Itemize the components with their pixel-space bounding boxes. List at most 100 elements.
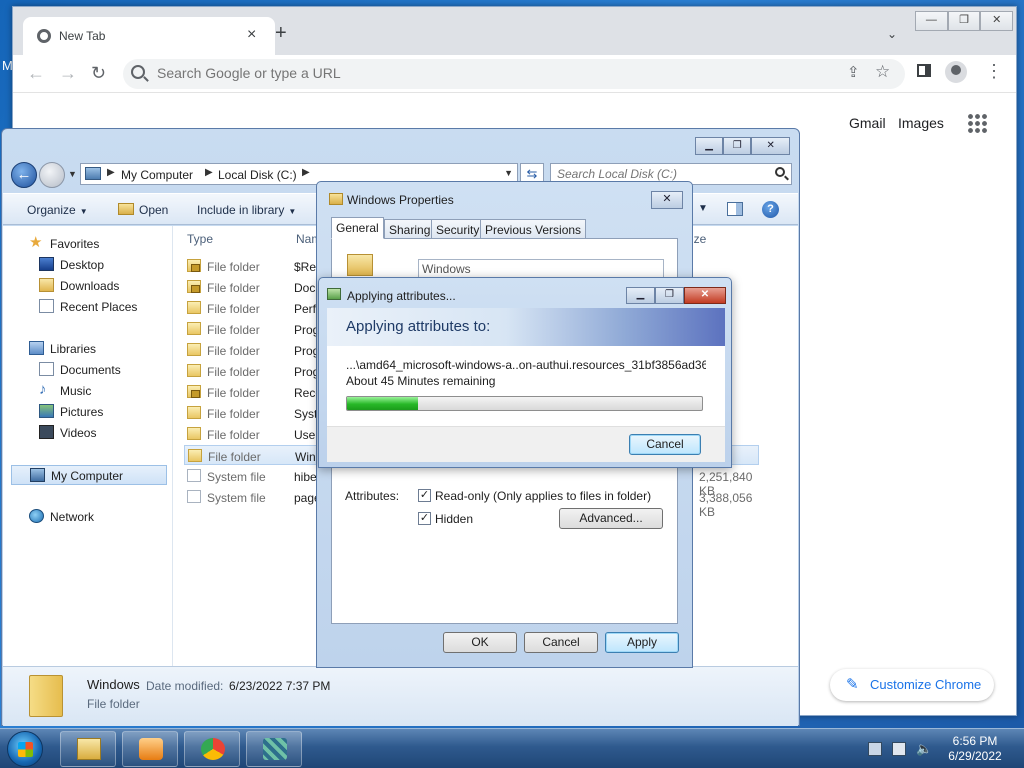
back-icon[interactable]: ←	[27, 63, 45, 83]
reload-icon[interactable]: ↻	[91, 63, 106, 83]
details-pane: Windows Date modified: 6/23/2022 7:37 PM…	[3, 666, 798, 726]
pencil-icon: ✎	[846, 676, 859, 693]
nav-network[interactable]: Network	[3, 507, 171, 527]
help-icon[interactable]: ?	[762, 201, 779, 218]
omnibox-input[interactable]	[157, 65, 757, 81]
nav-favorites[interactable]: ★ Favorites	[3, 234, 171, 254]
side-panel-icon[interactable]	[917, 64, 931, 77]
back-button[interactable]: ←	[11, 162, 37, 188]
computer-icon	[30, 468, 45, 482]
nav-desktop[interactable]: Desktop	[3, 255, 171, 275]
maximize-button[interactable]: ❐	[723, 137, 752, 155]
tab-previous-versions[interactable]: Previous Versions	[480, 219, 587, 239]
nav-videos[interactable]: Videos	[3, 423, 171, 443]
chrome-menu-icon[interactable]: ⋮	[985, 61, 1003, 81]
tab-security[interactable]: Security	[431, 219, 485, 239]
minimize-button[interactable]: ▁	[626, 287, 655, 304]
column-header-type[interactable]: Type	[187, 232, 213, 246]
forward-button[interactable]	[39, 162, 65, 188]
minimize-button[interactable]: ▁	[695, 137, 724, 155]
profile-avatar-icon[interactable]	[945, 61, 967, 83]
customize-chrome-button[interactable]: ✎ Customize Chrome	[830, 669, 994, 701]
file-name: User	[294, 428, 318, 442]
folder-icon	[187, 343, 201, 356]
breadcrumb-separator[interactable]: ▶	[107, 167, 115, 178]
cancel-button[interactable]: Cancel	[629, 434, 701, 455]
taskbar-chrome[interactable]	[184, 731, 240, 767]
view-options-icon[interactable]: ▼	[698, 203, 708, 214]
chrome-tab-new-tab[interactable]: New Tab ×	[23, 17, 275, 55]
address-dropdown-icon[interactable]: ▼	[504, 168, 513, 178]
hidden-checkbox[interactable]: ✓	[418, 512, 431, 525]
nav-label: Music	[60, 384, 92, 398]
tab-general[interactable]: General	[331, 217, 384, 239]
tab-title: New Tab	[59, 29, 106, 43]
tab-search-icon[interactable]: ⌄	[887, 27, 897, 41]
customize-chrome-label: Customize Chrome	[870, 677, 982, 692]
images-link[interactable]: Images	[898, 115, 944, 131]
include-in-library-button[interactable]: Include in library ▼	[197, 203, 296, 217]
nav-music[interactable]: ♪ Music	[3, 381, 171, 401]
tray-volume-icon[interactable]: 🔈	[916, 742, 932, 756]
tab-close-icon[interactable]: ×	[247, 26, 256, 44]
maximize-button[interactable]: ❐	[655, 287, 684, 304]
cancel-button[interactable]: Cancel	[524, 632, 598, 653]
tray-network-icon[interactable]	[892, 742, 906, 756]
folder-icon	[329, 193, 343, 205]
details-date-label: Date modified:	[146, 679, 224, 693]
share-icon[interactable]: ⇪	[847, 63, 860, 81]
breadcrumb-my-computer[interactable]: My Computer	[121, 168, 193, 182]
organize-label: Organize	[27, 203, 76, 217]
clock-date: 6/29/2022	[948, 749, 1002, 763]
taskbar-media-player[interactable]	[122, 731, 178, 767]
breadcrumb-local-disk[interactable]: Local Disk (C:)	[218, 168, 297, 182]
nav-documents[interactable]: Documents	[3, 360, 171, 380]
gmail-link[interactable]: Gmail	[849, 115, 886, 131]
tab-sharing[interactable]: Sharing	[384, 219, 436, 239]
folder-icon	[77, 738, 101, 760]
current-file-path: ...\amd64_microsoft-windows-a..on-authui…	[346, 358, 706, 372]
clock-time: 6:56 PM	[952, 734, 998, 748]
column-header-size[interactable]: ize	[691, 232, 706, 246]
open-button[interactable]: Open	[139, 203, 168, 217]
nav-pictures[interactable]: Pictures	[3, 402, 171, 422]
new-tab-button[interactable]: +	[275, 23, 287, 43]
media-player-icon	[139, 738, 163, 760]
ok-button[interactable]: OK	[443, 632, 517, 653]
recent-pages-dropdown[interactable]: ▼	[68, 169, 77, 179]
desktop-icon	[39, 257, 54, 271]
close-button[interactable]: ✕	[751, 137, 790, 155]
omnibox[interactable]: ⇪ ☆	[123, 59, 905, 89]
nav-my-computer[interactable]: My Computer	[11, 465, 167, 485]
breadcrumb-separator[interactable]: ▶	[302, 167, 310, 178]
close-button[interactable]: ✕	[684, 287, 726, 304]
tray-device-icon[interactable]	[868, 742, 882, 756]
system-clock[interactable]: 6:56 PM 6/29/2022	[940, 734, 1010, 764]
system-file-icon	[187, 469, 201, 482]
file-name: Reco	[294, 386, 318, 400]
start-button[interactable]	[7, 731, 43, 767]
nav-libraries[interactable]: Libraries	[3, 339, 171, 359]
breadcrumb-separator[interactable]: ▶	[205, 167, 213, 178]
apply-button[interactable]: Apply	[605, 632, 679, 653]
file-name: Syst	[294, 407, 318, 421]
taskbar-explorer[interactable]	[60, 731, 116, 767]
preview-pane-icon[interactable]	[727, 202, 743, 216]
taskbar-app[interactable]	[246, 731, 302, 767]
advanced-button[interactable]: Advanced...	[559, 508, 663, 529]
include-label: Include in library	[197, 203, 285, 217]
close-button[interactable]: ✕	[980, 11, 1014, 31]
maximize-button[interactable]: ❐	[947, 11, 981, 31]
nav-downloads[interactable]: Downloads	[3, 276, 171, 296]
explorer-search-input[interactable]	[557, 167, 767, 181]
close-button[interactable]: ✕	[651, 191, 683, 209]
organize-button[interactable]: Organize ▼	[27, 203, 88, 217]
details-name: Windows	[87, 677, 140, 692]
minimize-button[interactable]: —	[915, 11, 948, 31]
folder-name-field[interactable]	[418, 259, 664, 279]
google-apps-icon[interactable]	[967, 113, 987, 133]
readonly-checkbox[interactable]: ✓	[418, 489, 431, 502]
forward-icon[interactable]: →	[59, 63, 77, 83]
bookmark-star-icon[interactable]: ☆	[875, 62, 890, 82]
nav-recent-places[interactable]: Recent Places	[3, 297, 171, 317]
